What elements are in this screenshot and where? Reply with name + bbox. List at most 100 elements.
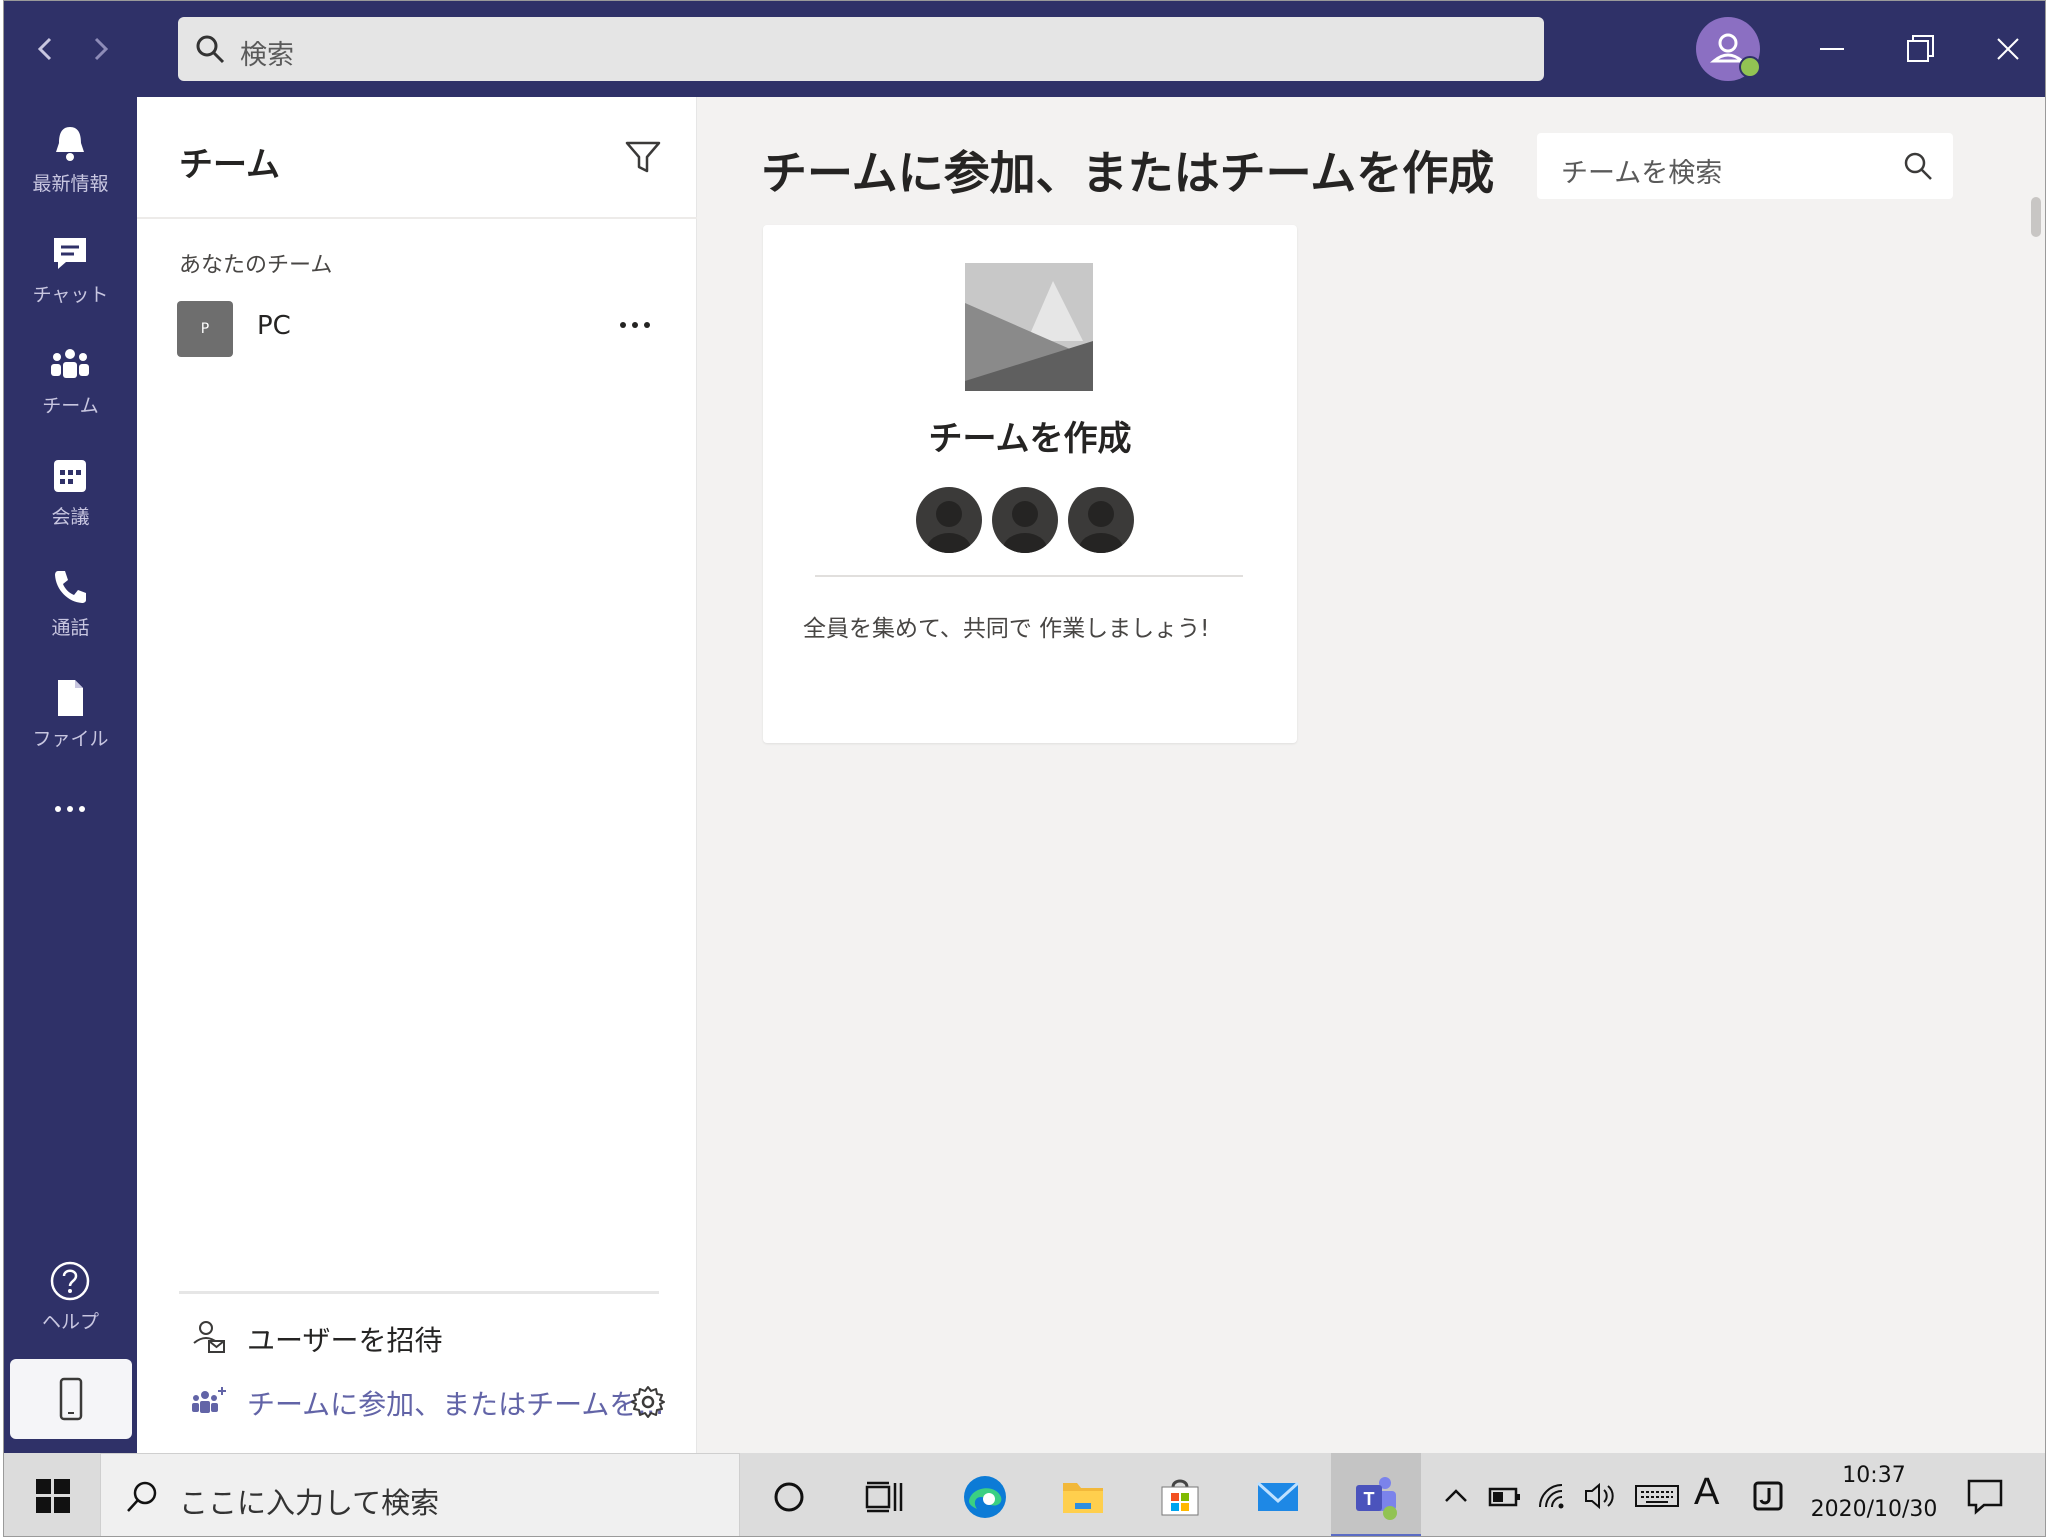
search-icon	[196, 35, 225, 64]
cortana-icon	[774, 1482, 804, 1512]
chevron-left-icon	[37, 37, 52, 61]
global-search-input[interactable]: 検索	[178, 17, 1544, 81]
divider	[179, 1291, 659, 1294]
taskbar-search-placeholder: ここに入力して検索	[179, 1486, 440, 1520]
task-view-button[interactable]	[838, 1453, 928, 1536]
mail-taskbar-button[interactable]	[1233, 1453, 1323, 1536]
team-image-placeholder-icon	[965, 263, 1093, 391]
team-search-placeholder: チームを検索	[1561, 158, 1723, 189]
member-avatar	[916, 487, 982, 553]
member-avatar	[992, 487, 1058, 553]
task-view-icon	[865, 1481, 903, 1513]
notification-center-icon[interactable]	[1964, 1475, 2006, 1517]
mail-icon	[1256, 1481, 1300, 1511]
rail-item-more[interactable]	[4, 771, 137, 879]
file-explorer-taskbar-button[interactable]	[1038, 1453, 1128, 1536]
chat-icon	[54, 238, 86, 269]
your-teams-heading: あなたのチーム	[179, 253, 333, 278]
scrollbar-thumb[interactable]	[2031, 197, 2041, 237]
chevron-right-icon	[94, 37, 109, 61]
teams-window: 検索 最新情報 チャット チーム 会議 通話 ファイル ヘルプ チーム あなたの…	[3, 0, 2046, 1537]
create-team-card[interactable]: チームを作成 全員を集めて、共同で 作業しましょう!	[763, 225, 1297, 743]
teams-taskbar-button[interactable]: T	[1331, 1453, 1421, 1536]
member-avatar	[1068, 487, 1134, 553]
rail-label-help: ヘルプ	[41, 1311, 99, 1333]
rail-item-meetings[interactable]: 会議	[4, 438, 137, 546]
rail-label-teams: チーム	[42, 395, 99, 417]
restore-icon	[1907, 35, 1934, 62]
join-team-icon	[192, 1387, 226, 1413]
wifi-icon[interactable]	[1534, 1479, 1570, 1513]
join-or-create-team-button[interactable]: チームに参加、またはチームを...	[191, 1377, 671, 1427]
help-icon	[50, 1261, 90, 1301]
person-silhouette-icon	[1003, 501, 1047, 553]
clock-time[interactable]: 10:37	[1804, 1463, 1944, 1488]
back-button[interactable]	[28, 29, 62, 69]
cortana-button[interactable]	[744, 1453, 834, 1536]
windows-logo-icon	[36, 1479, 70, 1513]
team-list-item[interactable]: P PC	[177, 297, 677, 357]
rail-item-calls[interactable]: 通話	[4, 549, 137, 657]
forward-button[interactable]	[84, 29, 118, 69]
team-avatar: P	[177, 301, 233, 357]
restore-button[interactable]	[1892, 21, 1948, 77]
windows-taskbar: ここに入力して検索 T A 10:37 2020/10/30	[4, 1453, 2045, 1536]
available-status-badge	[1739, 56, 1761, 78]
edge-taskbar-button[interactable]	[940, 1453, 1030, 1536]
phone-icon	[55, 571, 86, 603]
rail-label-calls: 通話	[51, 617, 90, 639]
rail-item-activity[interactable]: 最新情報	[4, 105, 137, 213]
person-silhouette-icon	[1079, 501, 1123, 553]
close-button[interactable]	[1980, 21, 2036, 77]
bell-icon	[56, 127, 84, 161]
team-panel-title: チーム	[179, 145, 280, 185]
edge-browser-icon	[964, 1476, 1006, 1518]
search-icon[interactable]	[1901, 149, 1935, 183]
gear-icon[interactable]	[629, 1383, 667, 1421]
microsoft-teams-icon: T	[1356, 1477, 1397, 1520]
folder-icon	[1063, 1483, 1103, 1513]
close-icon	[1997, 38, 2019, 60]
divider	[815, 575, 1243, 577]
rail-label-meetings: 会議	[51, 506, 90, 528]
team-list-panel: チーム あなたのチーム P PC ユーザーを招待 チームに参加、またはチームを.…	[137, 97, 697, 1453]
invite-users-button[interactable]: ユーザーを招待	[191, 1313, 671, 1363]
keyboard-icon[interactable]	[1634, 1479, 1680, 1513]
rail-item-files[interactable]: ファイル	[4, 660, 137, 768]
mobile-icon	[59, 1377, 83, 1421]
volume-icon[interactable]	[1582, 1479, 1618, 1513]
ime-pad-icon[interactable]	[1750, 1479, 1786, 1513]
title-bar: 検索	[4, 1, 2045, 97]
rail-label-activity: 最新情報	[32, 173, 109, 195]
rail-item-chat[interactable]: チャット	[4, 216, 137, 324]
start-button[interactable]	[4, 1453, 100, 1536]
download-mobile-button[interactable]	[10, 1359, 132, 1439]
team-search-input[interactable]: チームを検索	[1537, 133, 1953, 199]
show-hidden-icons-chevron-icon[interactable]	[1438, 1479, 1474, 1513]
invite-people-icon	[193, 1321, 225, 1353]
search-icon	[127, 1481, 157, 1512]
create-team-title: チームを作成	[928, 419, 1132, 459]
filter-icon[interactable]	[623, 137, 663, 177]
global-search-placeholder: 検索	[240, 40, 294, 71]
minimize-button[interactable]	[1804, 21, 1860, 77]
taskbar-search-input[interactable]: ここに入力して検索	[100, 1453, 740, 1536]
ime-mode-indicator[interactable]: A	[1694, 1471, 1719, 1514]
join-or-create-team-label: チームに参加、またはチームを...	[247, 1388, 665, 1421]
clock-date[interactable]: 2020/10/30	[1804, 1497, 1944, 1522]
battery-icon[interactable]	[1486, 1479, 1522, 1513]
teams-icon	[51, 349, 89, 378]
team-name: PC	[257, 311, 291, 341]
rail-label-files: ファイル	[32, 728, 109, 750]
rail-item-teams[interactable]: チーム	[4, 327, 137, 435]
file-icon	[58, 680, 83, 716]
rail-item-help[interactable]: ヘルプ	[4, 1243, 137, 1351]
invite-users-label: ユーザーを招待	[247, 1324, 443, 1357]
store-taskbar-button[interactable]	[1135, 1453, 1225, 1536]
page-title: チームに参加、またはチームを作成	[761, 146, 1495, 200]
store-icon	[1161, 1479, 1199, 1516]
more-icon	[55, 806, 85, 812]
rail-label-chat: チャット	[32, 284, 109, 306]
main-content: チームに参加、またはチームを作成 チームを検索 チームを作成 全員を集めて、共同…	[697, 97, 2045, 1453]
more-options-icon[interactable]	[615, 311, 655, 339]
